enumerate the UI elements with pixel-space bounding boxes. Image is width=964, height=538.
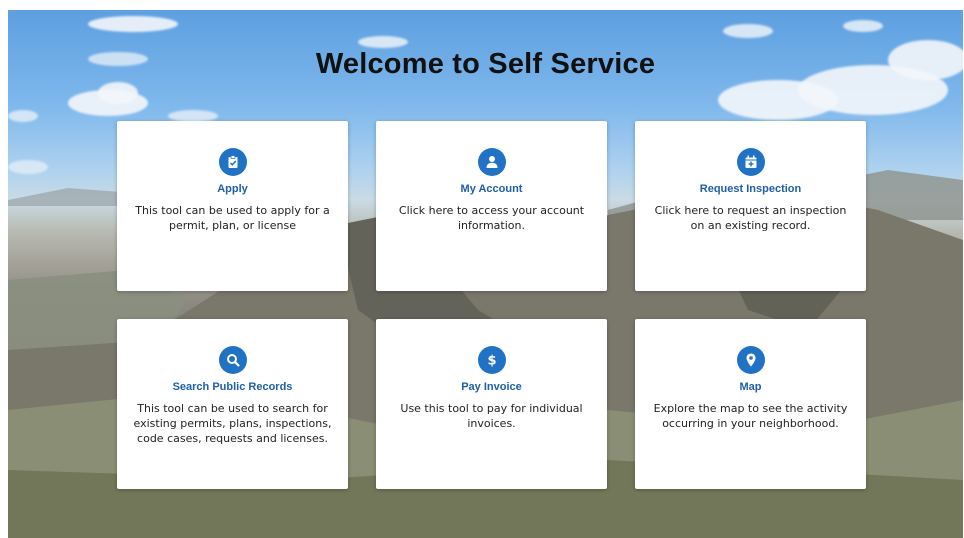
search-icon <box>218 346 247 374</box>
card-description: Use this tool to pay for individual invo… <box>400 402 583 430</box>
card-request-inspection[interactable]: Request Inspection Click here to request… <box>635 121 866 291</box>
clipboard-check-icon <box>218 148 247 176</box>
card-apply[interactable]: Apply This tool can be used to apply for… <box>117 121 348 291</box>
hero-background: Welcome to Self Service Apply This tool … <box>8 10 963 538</box>
card-title: Map <box>739 381 762 393</box>
page-title: Welcome to Self Service <box>315 48 656 80</box>
dollar-icon: $ <box>477 346 506 374</box>
card-description: Click here to request an inspection on a… <box>654 204 847 232</box>
card-title: My Account <box>460 183 523 195</box>
card-title: Request Inspection <box>699 183 802 195</box>
svg-text:$: $ <box>487 354 496 369</box>
map-pin-icon <box>736 346 765 374</box>
user-icon <box>477 148 506 176</box>
card-description: Explore the map to see the activity occu… <box>653 402 848 430</box>
card-search-public-records[interactable]: Search Public Records This tool can be u… <box>117 319 348 489</box>
card-title: Search Public Records <box>172 381 293 393</box>
card-my-account[interactable]: My Account Click here to access your acc… <box>376 121 607 291</box>
card-title: Apply <box>217 183 248 195</box>
card-description: This tool can be used to search for exis… <box>133 402 332 445</box>
card-pay-invoice[interactable]: $ Pay Invoice Use this tool to pay for i… <box>376 319 607 489</box>
card-map[interactable]: Map Explore the map to see the activity … <box>635 319 866 489</box>
card-description: This tool can be used to apply for a per… <box>135 204 330 232</box>
card-title: Pay Invoice <box>461 381 522 393</box>
card-description: Click here to access your account inform… <box>398 204 585 232</box>
calendar-plus-icon <box>736 148 765 176</box>
